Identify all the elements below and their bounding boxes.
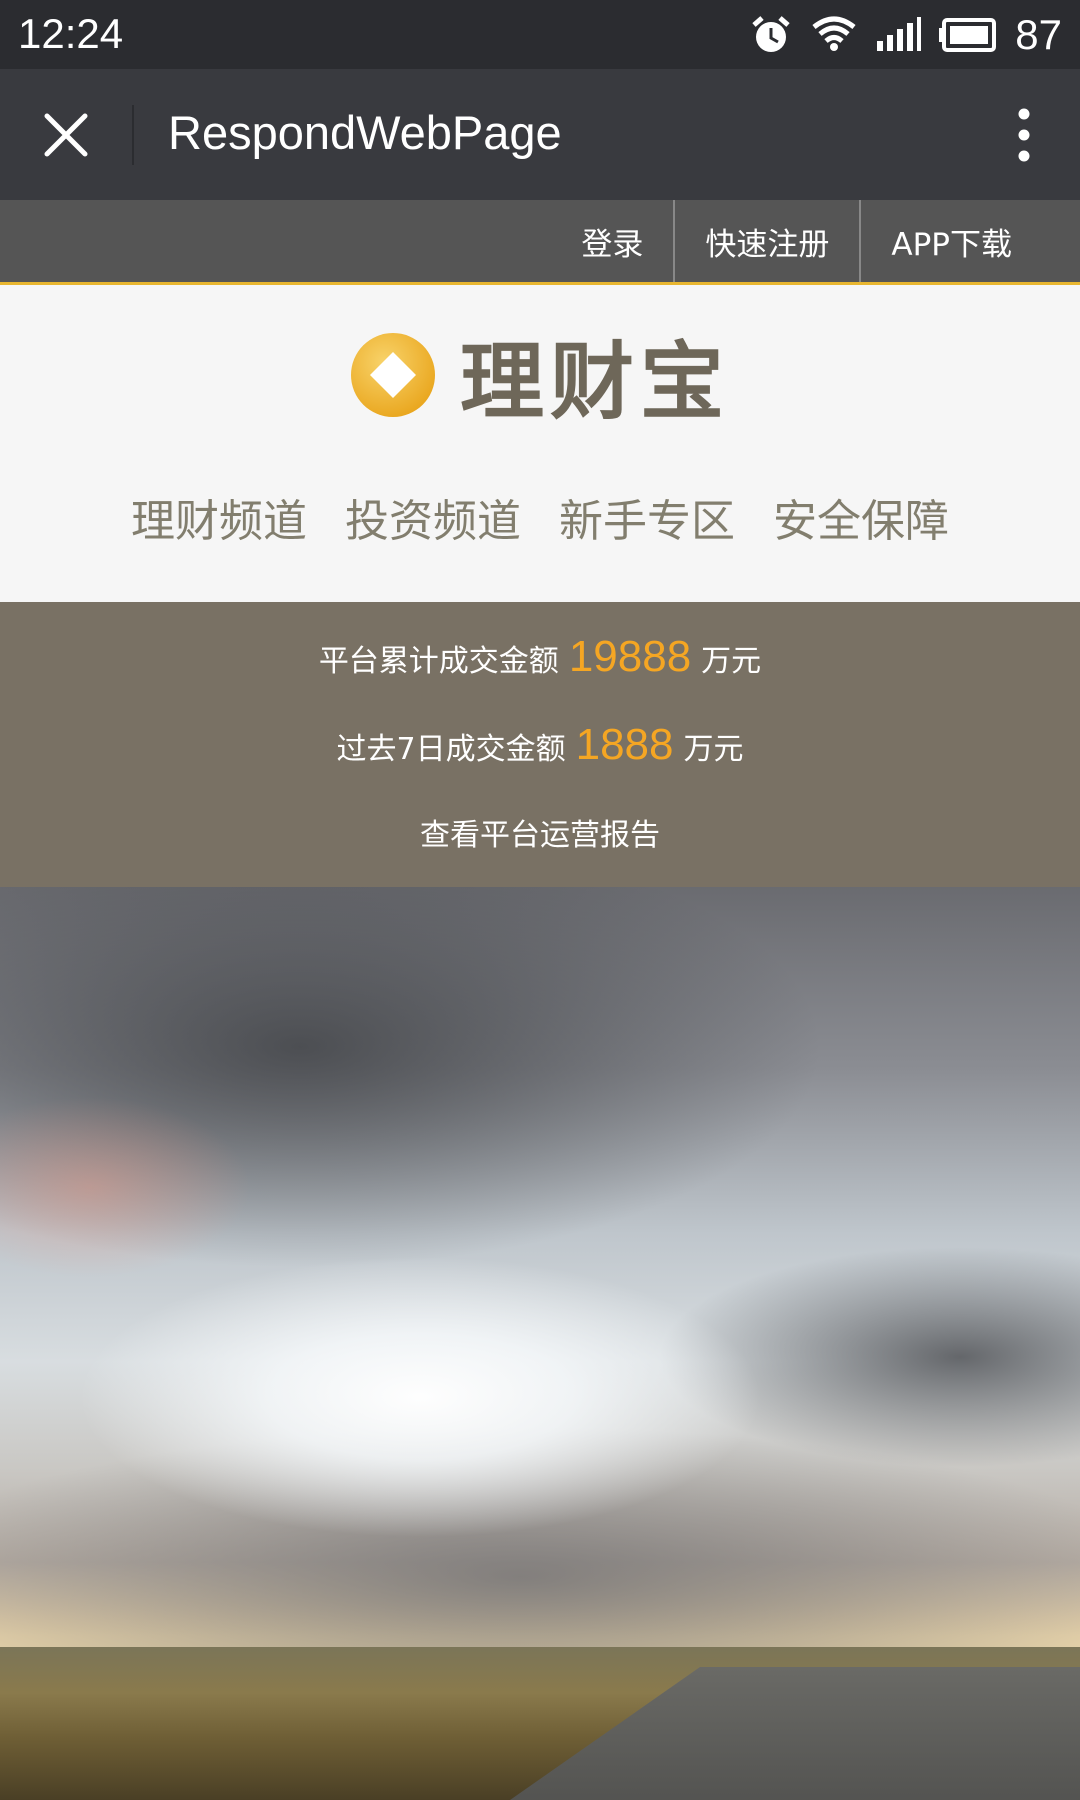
battery-icon — [939, 18, 997, 52]
status-time: 12:24 — [18, 10, 124, 57]
main-nav: 理财频道 投资频道 新手专区 安全保障 — [0, 485, 1080, 549]
total-volume-unit: 万元 — [701, 644, 762, 679]
alarm-icon — [749, 13, 793, 57]
webview-title-bar: RespondWebPage — [0, 69, 1080, 200]
total-volume-line: 平台累计成交金额 19888 万元 — [0, 632, 1080, 682]
brand-logo[interactable]: 理财宝 — [350, 330, 730, 431]
total-volume-label: 平台累计成交金额 — [318, 644, 559, 679]
top-utility-links: 登录 快速注册 APP下载 — [551, 200, 1080, 282]
signal-icon — [875, 17, 922, 53]
page-title: RespondWebPage — [168, 106, 562, 159]
week-volume-line: 过去7日成交金额 1888 万元 — [0, 720, 1080, 770]
nav-item-finance-channel[interactable]: 理财频道 — [131, 485, 307, 549]
battery-percent: 87 — [1015, 11, 1062, 58]
week-volume-value: 1888 — [575, 720, 674, 769]
top-utility-nav: 登录 快速注册 APP下载 — [0, 200, 1080, 285]
more-vertical-icon — [1018, 108, 1030, 162]
operations-report-link[interactable]: 查看平台运营报告 — [0, 810, 1080, 854]
app-download-link[interactable]: APP下载 — [859, 200, 1080, 282]
status-icons: 87 — [749, 10, 1062, 60]
nav-item-security[interactable]: 安全保障 — [773, 485, 949, 549]
week-volume-label: 过去7日成交金额 — [336, 732, 566, 767]
title-divider — [132, 105, 134, 165]
total-volume-value: 19888 — [568, 632, 692, 681]
status-bar: 12:24 87 — [0, 0, 1080, 69]
platform-stats: 平台累计成交金额 19888 万元 过去7日成交金额 1888 万元 查看平台运… — [0, 602, 1080, 887]
quick-register-link[interactable]: 快速注册 — [673, 200, 859, 282]
close-icon — [44, 113, 88, 157]
week-volume-unit: 万元 — [683, 732, 744, 767]
diamond-coin-icon — [351, 333, 435, 417]
nav-item-newbie-zone[interactable]: 新手专区 — [559, 485, 735, 549]
nav-item-investment-channel[interactable]: 投资频道 — [345, 485, 521, 549]
hero-banner-image[interactable] — [0, 887, 1080, 1800]
close-button[interactable] — [30, 99, 102, 171]
more-options-button[interactable] — [988, 99, 1060, 171]
brand-name: 理财宝 — [460, 332, 731, 431]
site-header: 理财宝 理财频道 投资频道 新手专区 安全保障 — [0, 285, 1080, 602]
wifi-icon — [811, 15, 857, 55]
login-link[interactable]: 登录 — [551, 200, 673, 282]
